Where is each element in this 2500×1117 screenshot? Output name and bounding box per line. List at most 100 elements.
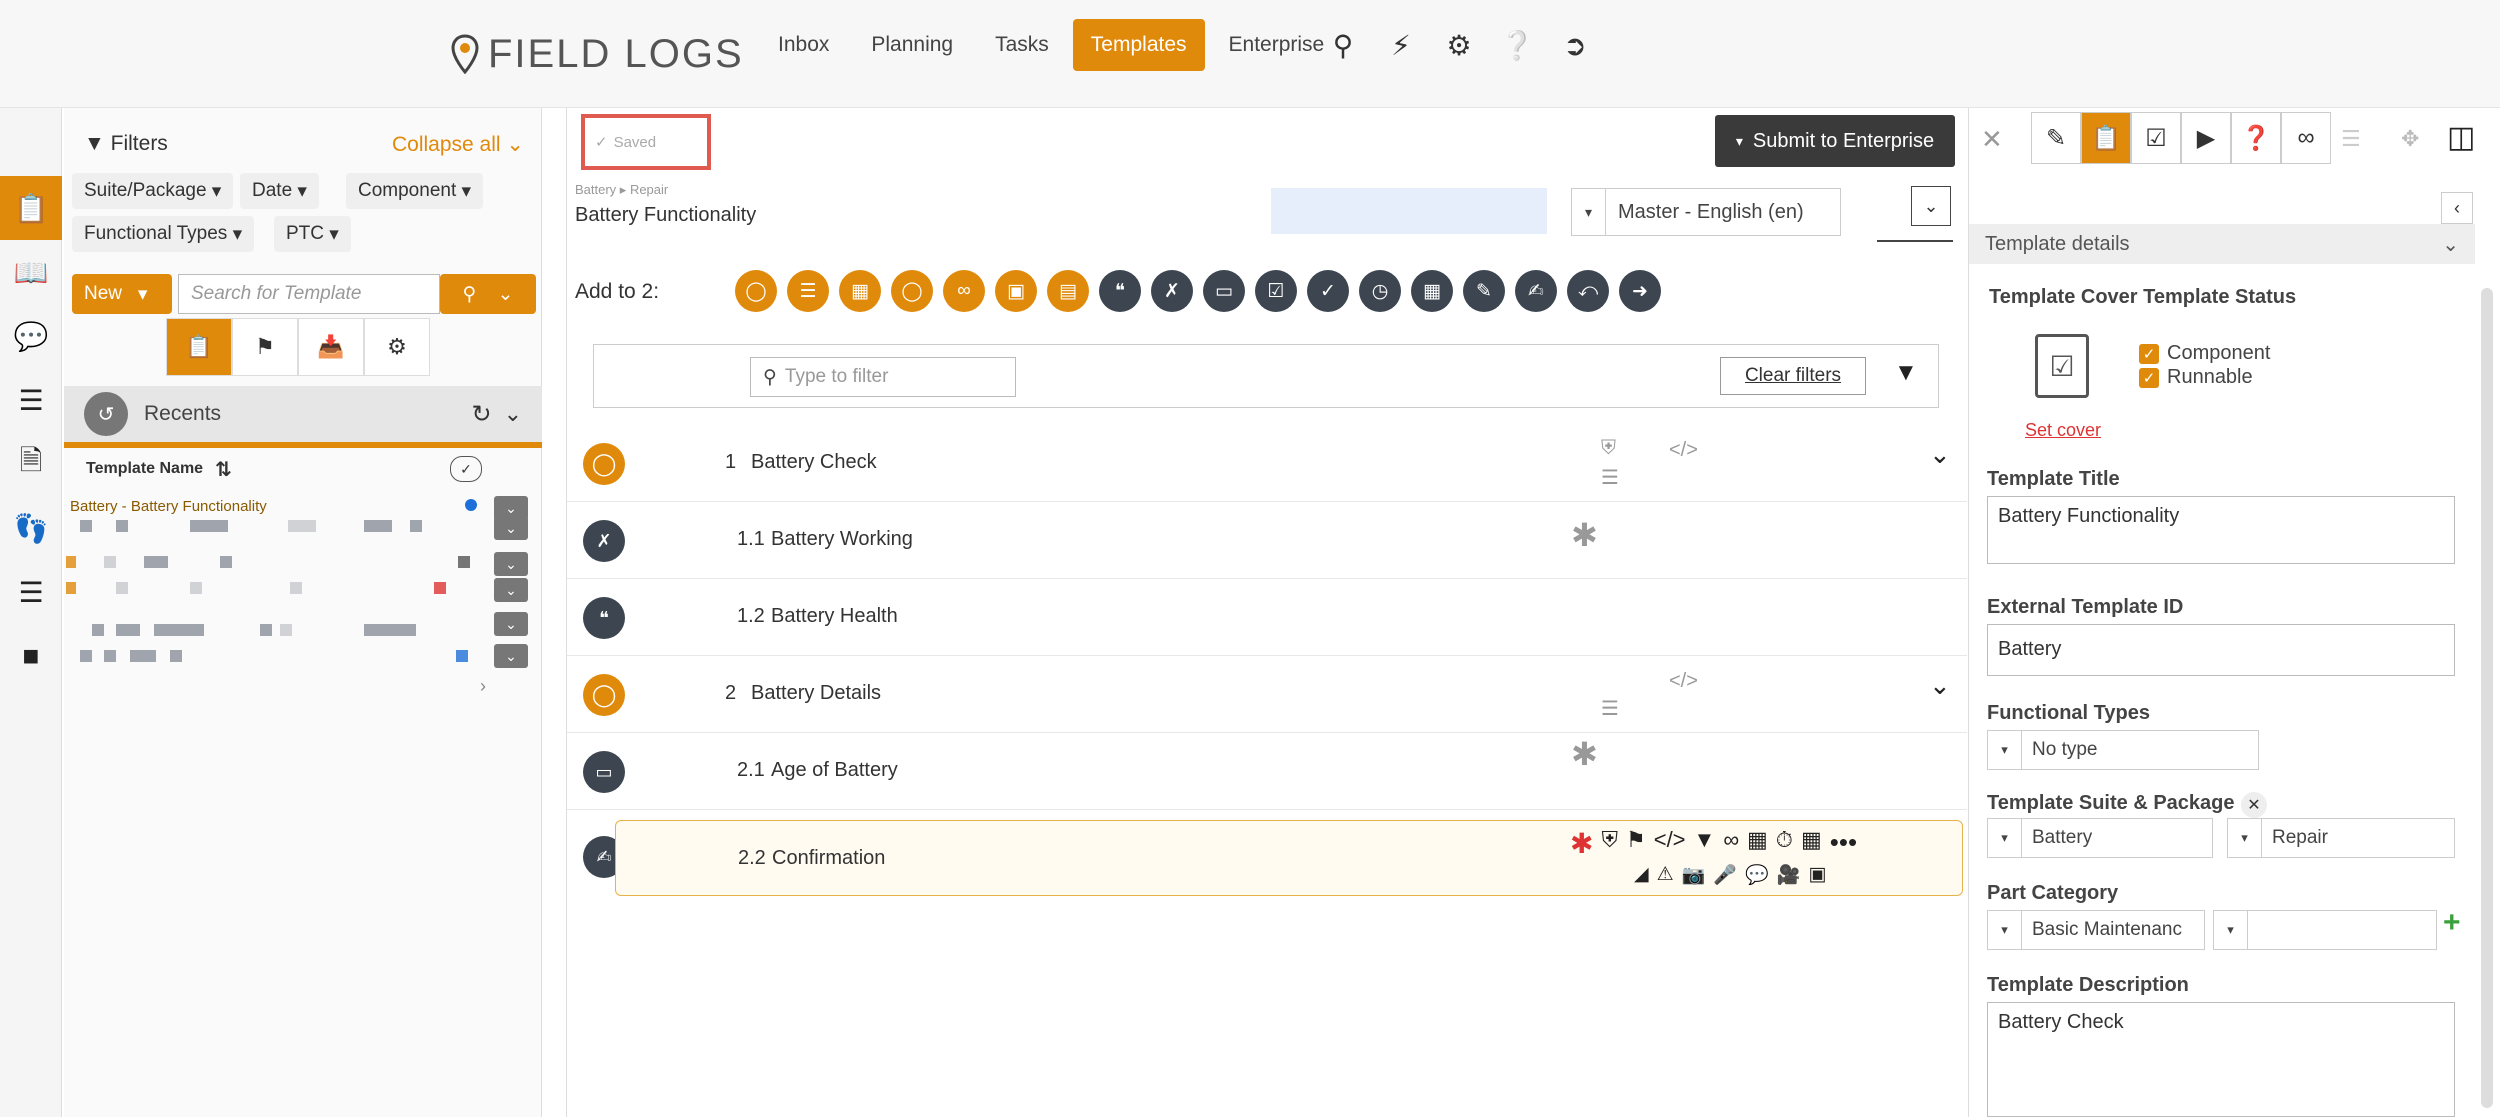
refresh-icon[interactable]: ↻ [471, 400, 491, 429]
clipboard-icon[interactable]: 📋 [2081, 112, 2131, 164]
clear-filters-button[interactable]: Clear filters [1720, 357, 1866, 395]
check-cross-icon[interactable]: ✗ [1151, 270, 1193, 312]
user-settings-icon[interactable]: ⚙ [1441, 29, 1477, 62]
square-icon[interactable]: ■ [0, 624, 62, 688]
ruler-icon[interactable]: ✎ [1463, 270, 1505, 312]
type-to-filter-input[interactable]: ⚲ Type to filter [750, 357, 1016, 397]
chevron-down-icon[interactable]: ⌄ [1929, 670, 1951, 701]
filter-funnel-icon[interactable]: ▼ [1894, 359, 1918, 387]
package-select[interactable]: ▾ Repair [2227, 818, 2455, 858]
input-box-icon[interactable]: ▭ [1203, 270, 1245, 312]
code-icon[interactable]: </> [1654, 827, 1686, 860]
checklist-icon[interactable]: ☰ [1601, 696, 1619, 721]
question-row[interactable]: ✗ 1.1 Battery Working ✱ [567, 502, 1967, 579]
question-row[interactable]: ❝ 1.2 Battery Health [567, 579, 1967, 656]
id-card-icon[interactable]: ▣ [1808, 863, 1826, 887]
database-icon[interactable]: ☰ [0, 368, 62, 432]
arrow-right-icon[interactable]: ➜ [1619, 270, 1661, 312]
pdf-icon[interactable]: 🗎 [0, 432, 62, 496]
row-menu-button[interactable]: ⌄ [494, 552, 528, 576]
branch-icon[interactable]: ⤺ [1567, 270, 1609, 312]
question-row-selected[interactable]: 2.2 Confirmation ✱ ⛨ ⚑ </> ▼ ∞ ▦ ⏱ ▦ •••… [615, 820, 1963, 896]
scroll-right-icon[interactable]: › [480, 676, 486, 697]
breadcrumb-package[interactable]: Repair [630, 182, 668, 197]
nav-tasks[interactable]: Tasks [977, 19, 1067, 71]
filter-chip-suite[interactable]: Suite/Package ▾ [72, 173, 234, 209]
lightning-icon[interactable]: ⚡ [1383, 29, 1419, 62]
suite-select[interactable]: ▾ Battery [1987, 818, 2213, 858]
search-button[interactable]: ⚲ ⌄ [440, 274, 536, 314]
footsteps-icon[interactable]: 👣 [0, 496, 62, 560]
breadcrumb-suite[interactable]: Battery [575, 182, 616, 197]
code-icon[interactable]: </> [1669, 670, 1698, 693]
checklist-icon[interactable]: ☑ [2131, 112, 2181, 164]
filter-chip-functional-types[interactable]: Functional Types ▾ [72, 216, 255, 252]
add-icon[interactable]: + [2443, 906, 2461, 940]
chevron-left-icon[interactable]: ‹ [2441, 192, 2473, 224]
book-icon[interactable]: 📖 [0, 240, 62, 304]
code-icon[interactable]: </> [1669, 439, 1698, 462]
new-template-button[interactable]: New ▾ [72, 274, 172, 314]
video-icon[interactable]: 🎥 [1777, 863, 1801, 887]
shield-icon[interactable]: ⛨ [1601, 437, 1616, 460]
templates-rail-icon[interactable]: 📋 [0, 176, 62, 240]
play-icon[interactable]: ▶ [2181, 112, 2231, 164]
nav-templates[interactable]: Templates [1072, 19, 1205, 71]
tab-user-settings[interactable]: ⚙ [364, 318, 430, 376]
ramp-icon[interactable]: ◢ [1634, 863, 1649, 887]
camera-icon[interactable]: 📷 [1682, 863, 1706, 887]
question-row[interactable]: ▭ 2.1 Age of Battery ✱ [567, 733, 1967, 810]
runnable-checkbox[interactable]: ✓ Runnable [2139, 366, 2253, 389]
checkbox-icon[interactable]: ✓ [1307, 270, 1349, 312]
logout-icon[interactable]: ➲ [1557, 29, 1593, 62]
search-icon[interactable]: ⚲ [1325, 29, 1361, 62]
functional-types-select[interactable]: ▾ No type [1987, 730, 2259, 770]
sort-icon[interactable]: ⇅ [215, 457, 232, 482]
tab-templates[interactable]: 📋 [166, 318, 232, 376]
more-options-icon[interactable]: ••• [1830, 827, 1857, 860]
checklist-icon[interactable]: ☰ [1601, 465, 1619, 490]
row-menu-button[interactable]: ⌄ [494, 516, 528, 540]
section-toggle-icon[interactable]: ◯ [735, 270, 777, 312]
scrollbar[interactable] [2481, 288, 2493, 1108]
pencil-icon[interactable]: ✎ [2031, 112, 2081, 164]
nav-inbox[interactable]: Inbox [760, 19, 847, 71]
template-details-header[interactable]: Template details ⌄ [1969, 224, 2475, 264]
comment-icon[interactable]: 💬 [1745, 863, 1769, 887]
row-menu-button[interactable]: ⌄ [494, 644, 528, 668]
version-select[interactable] [1271, 188, 1547, 234]
app-logo[interactable]: FIELD LOGS [450, 24, 744, 84]
grid-icon[interactable]: ▦ [1747, 827, 1768, 860]
external-id-input[interactable]: Battery [1987, 624, 2455, 676]
part-category-select[interactable]: ▾ Basic Maintenanc [1987, 910, 2205, 950]
microphone-icon[interactable]: 🎤 [1713, 863, 1737, 887]
template-description-input[interactable]: Battery Check [1987, 1002, 2455, 1117]
tags-icon[interactable]: ⚑ [1626, 827, 1646, 860]
clear-icon[interactable]: ✕ [2241, 792, 2267, 818]
tab-archive[interactable]: 📥 [298, 318, 364, 376]
nav-enterprise[interactable]: Enterprise [1211, 19, 1343, 71]
close-icon[interactable]: ✕ [1981, 124, 2003, 155]
set-cover-link[interactable]: Set cover [2025, 420, 2101, 441]
timer-icon[interactable]: ⏱ [1776, 827, 1793, 860]
film-icon[interactable]: ▤ [1047, 270, 1089, 312]
chevron-down-icon[interactable]: ⌄ [504, 401, 522, 427]
warning-icon[interactable]: ⚠ [1657, 863, 1674, 887]
col-template-name[interactable]: Template Name [86, 460, 203, 478]
help-icon[interactable]: ❓ [2231, 112, 2281, 164]
component-checkbox[interactable]: ✓ Component [2139, 342, 2270, 365]
required-asterisk-icon[interactable]: ✱ [1570, 827, 1593, 860]
paperclip-icon[interactable]: ∞ [2281, 112, 2331, 164]
help-icon[interactable]: ❔ [1499, 29, 1535, 62]
calculator-icon[interactable]: ▦ [1411, 270, 1453, 312]
shield-icon[interactable]: ⛨ [1601, 827, 1618, 860]
link-icon[interactable]: ∞ [943, 270, 985, 312]
row-menu-button[interactable]: ⌄ [494, 612, 528, 636]
tab-bookmarks[interactable]: ⚑ [232, 318, 298, 376]
question-row-section[interactable]: ◯ 2 Battery Details </> ☰ ⌄ [567, 656, 1967, 733]
numbered-list-icon[interactable]: ☰ [0, 560, 62, 624]
chevron-down-icon[interactable]: ⌄ [1929, 439, 1951, 470]
filter-chip-ptc[interactable]: PTC ▾ [274, 216, 351, 252]
language-select[interactable]: ▾ Master - English (en) [1571, 188, 1841, 236]
filter-chip-component[interactable]: Component ▾ [346, 173, 484, 209]
